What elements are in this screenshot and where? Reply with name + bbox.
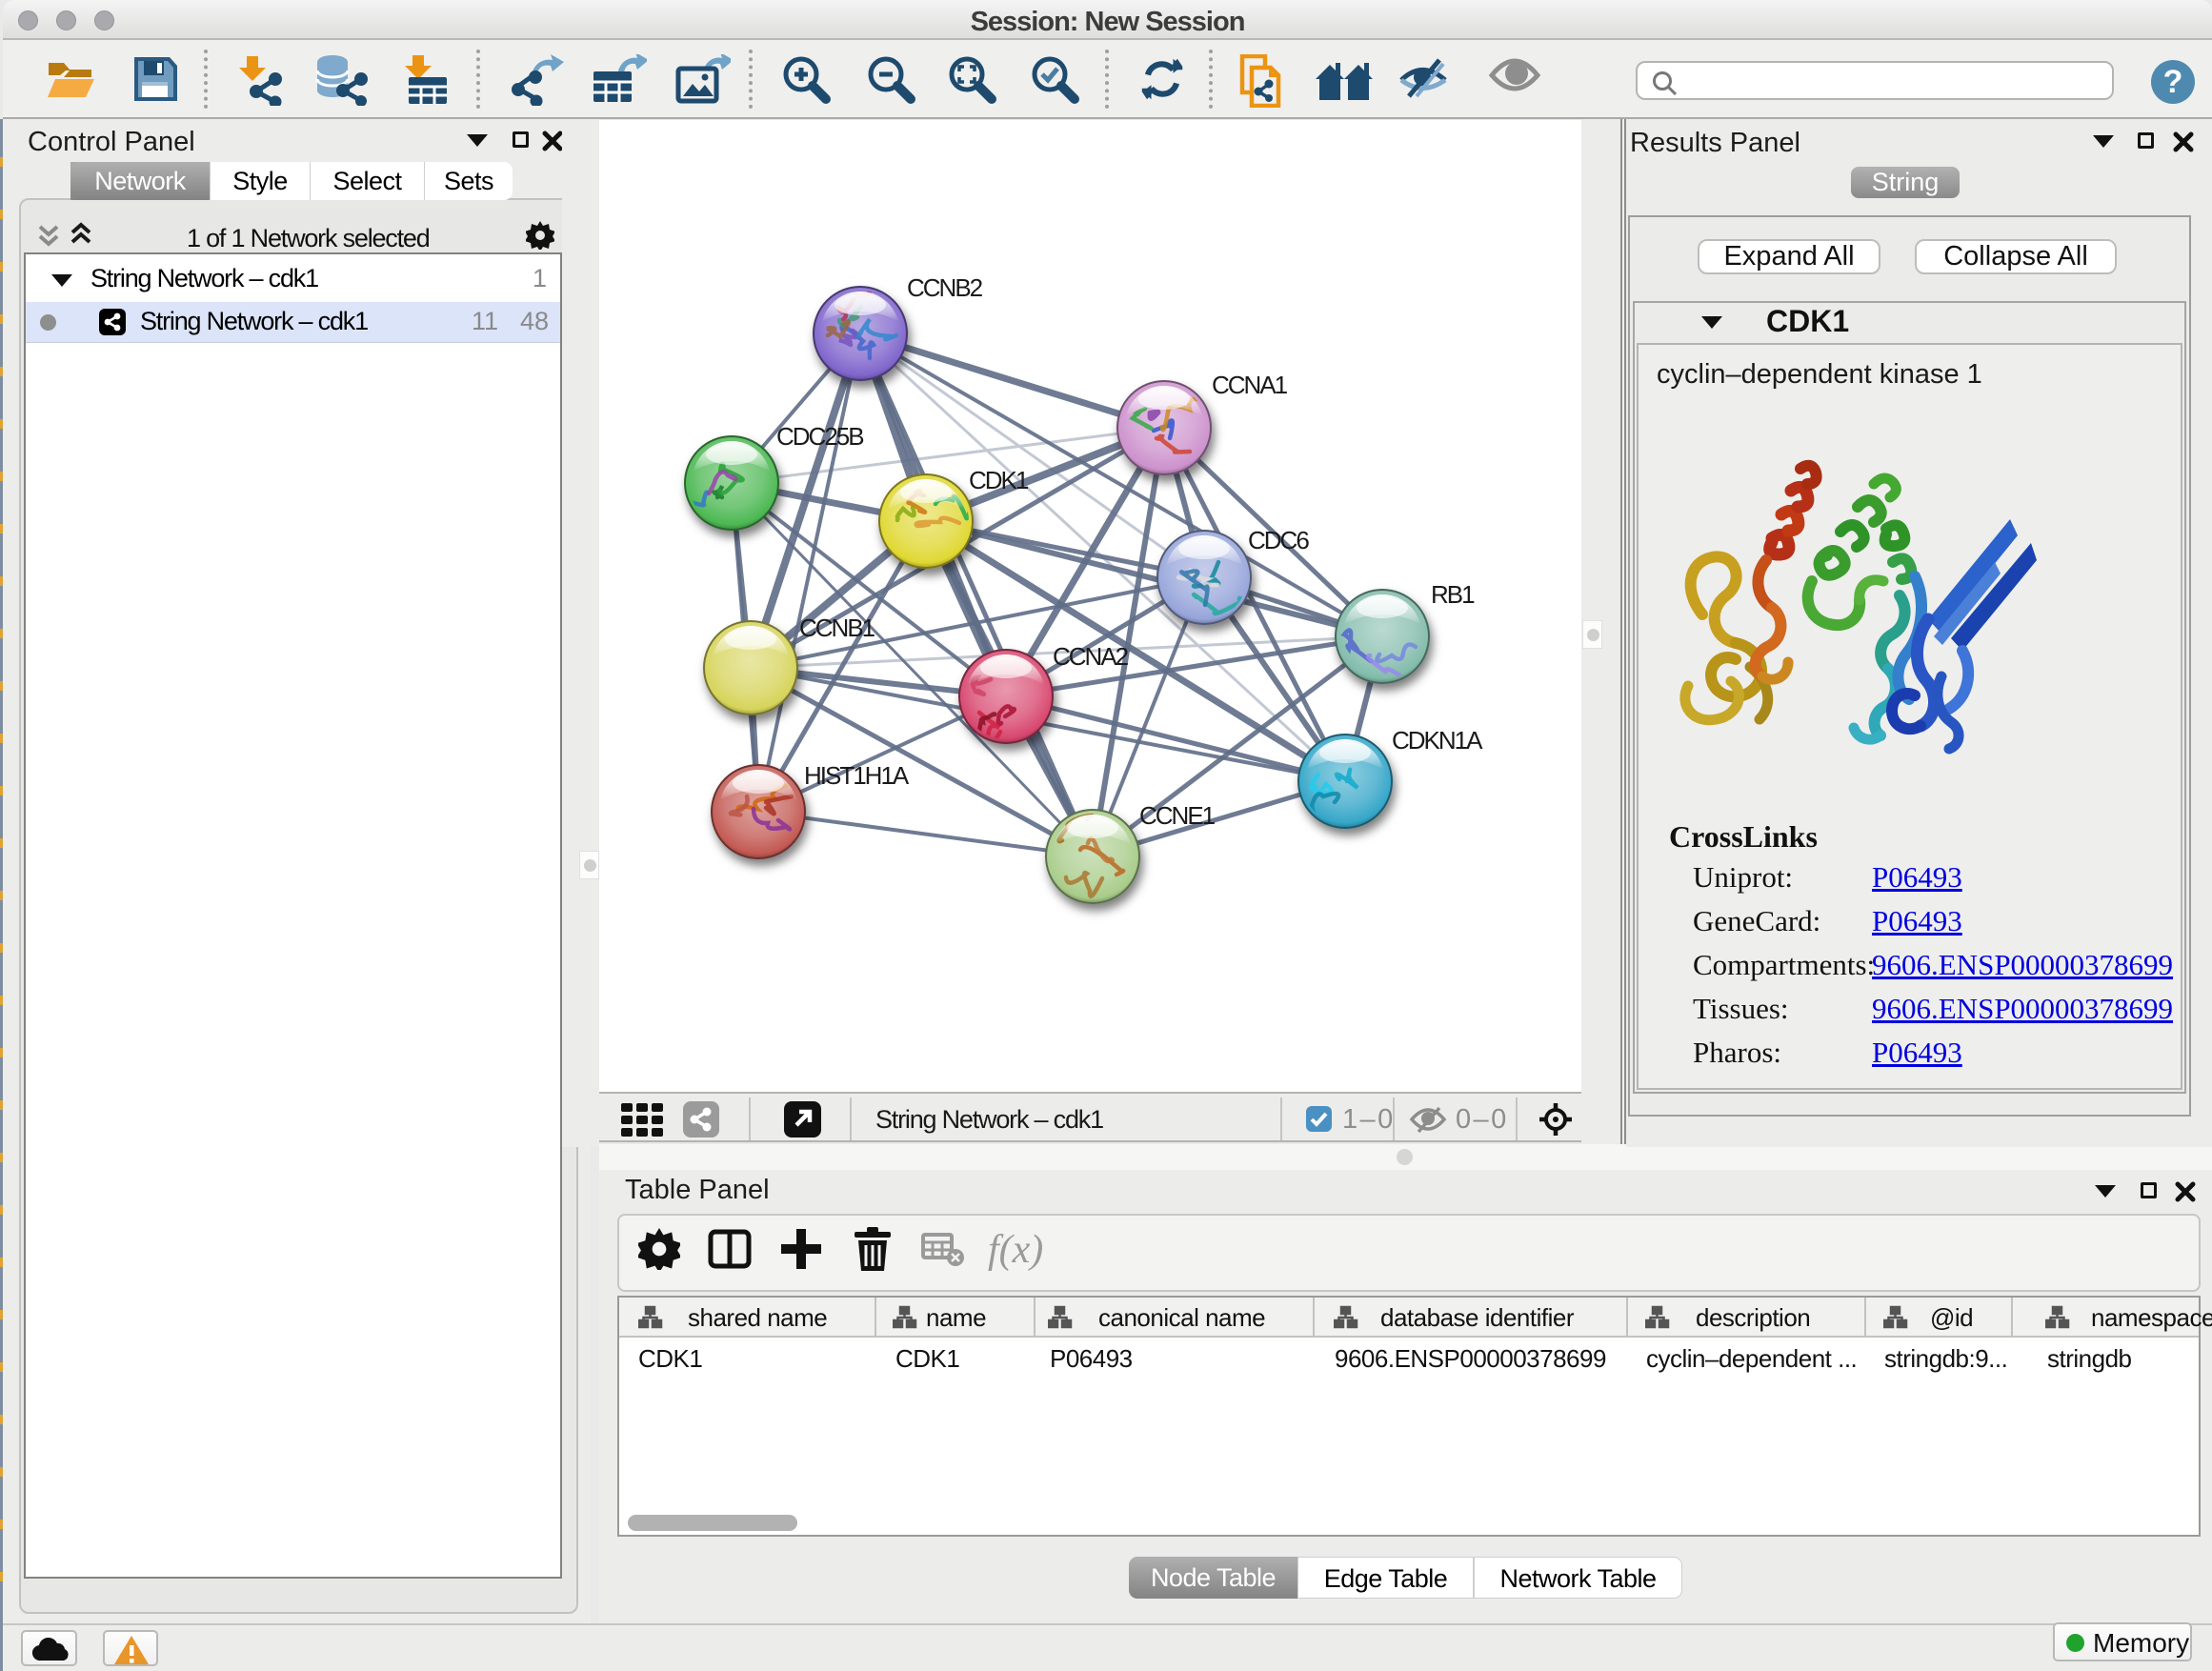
svg-text:CCNB2: CCNB2 (907, 273, 983, 302)
svg-text:CCNE1: CCNE1 (1139, 801, 1216, 830)
svg-text:CCNA2: CCNA2 (1053, 642, 1129, 671)
svg-text:CCNB1: CCNB1 (799, 614, 875, 642)
svg-text:CDC6: CDC6 (1248, 526, 1309, 554)
svg-text:CDK1: CDK1 (969, 466, 1029, 494)
svg-text:CDC25B: CDC25B (776, 422, 863, 451)
svg-text:HIST1H1A: HIST1H1A (804, 761, 910, 790)
svg-text:CCNA1: CCNA1 (1212, 371, 1288, 399)
svg-text:CDKN1A: CDKN1A (1392, 726, 1483, 755)
svg-text:RB1: RB1 (1431, 580, 1475, 609)
